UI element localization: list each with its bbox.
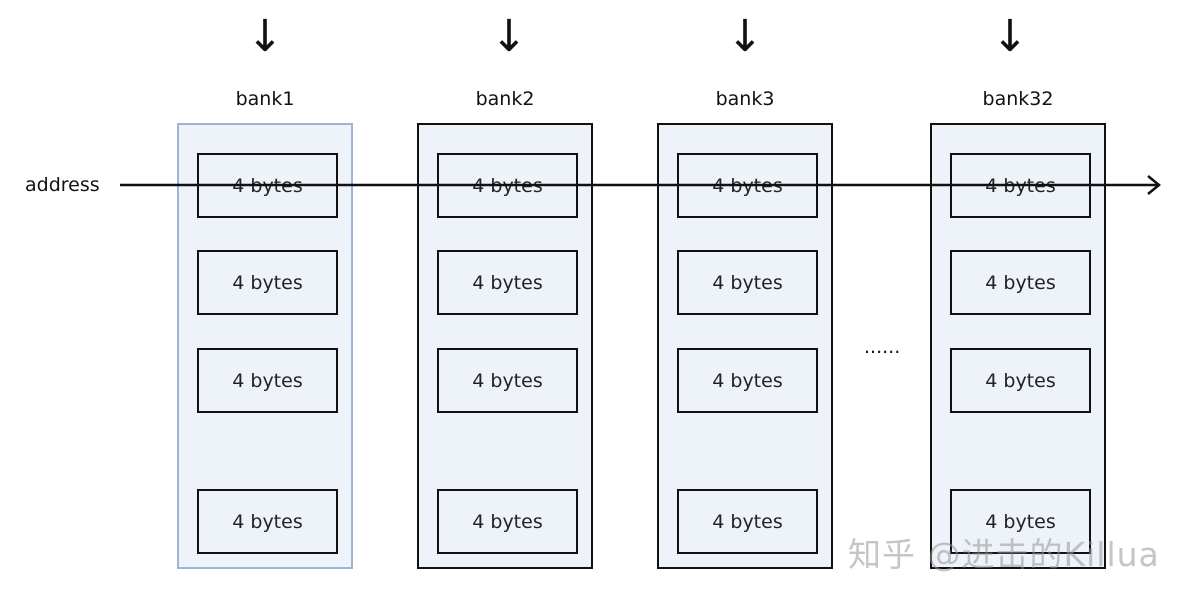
watermark: 知乎 @进击的Killua bbox=[848, 535, 1160, 574]
address-arrow bbox=[120, 175, 1161, 195]
